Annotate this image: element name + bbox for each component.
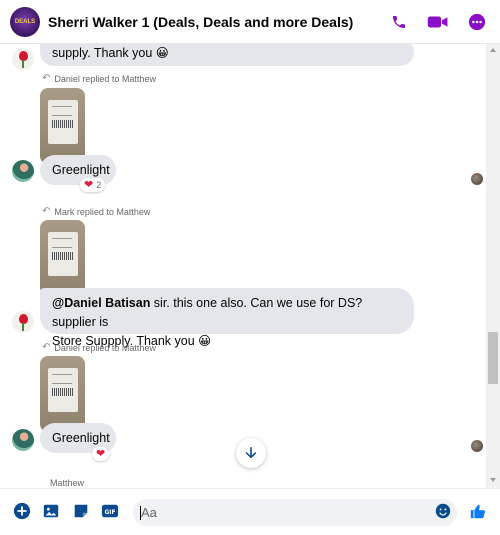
sender-name: Matthew (50, 478, 85, 488)
reply-icon: ↶ (42, 73, 51, 84)
conversation[interactable]: supply. Thank you 😀 ↶ Daniel replied to … (0, 44, 486, 488)
scroll-down-icon[interactable] (490, 478, 496, 482)
video-icon[interactable] (427, 11, 449, 33)
scroll-up-icon[interactable] (490, 48, 496, 52)
message-bubble[interactable]: @Daniel Batisan sir. this one also. Can … (40, 288, 414, 348)
phone-icon[interactable] (388, 11, 410, 33)
sticker-icon[interactable] (72, 502, 90, 520)
message-text: Greenlight (52, 163, 110, 177)
read-receipt-avatar (471, 440, 483, 452)
reaction-badge[interactable]: ❤ 2 (80, 178, 106, 192)
message-bubble[interactable]: Greenlight (40, 155, 116, 185)
sender-avatar[interactable] (12, 429, 34, 451)
plus-icon[interactable] (13, 502, 31, 520)
scroll-to-bottom-button[interactable] (236, 438, 266, 468)
message-bubble[interactable]: supply. Thank you 😀 (40, 44, 414, 66)
reaction-badge[interactable]: ❤ (92, 447, 110, 461)
sender-avatar[interactable] (12, 48, 34, 70)
sender-avatar[interactable] (12, 160, 34, 182)
replied-photo[interactable] (40, 356, 85, 432)
scrollbar[interactable] (486, 44, 500, 488)
reply-indicator: ↶ Daniel replied to Matthew (42, 73, 156, 84)
scrollbar-thumb[interactable] (488, 332, 498, 384)
heart-icon: ❤ (84, 179, 94, 191)
replied-photo[interactable] (40, 88, 85, 164)
reply-note-text: Mark replied to Matthew (54, 206, 151, 217)
svg-text:GIF: GIF (105, 510, 116, 516)
sender-avatar[interactable] (12, 311, 34, 333)
message-text: supply. Thank you 😀 (52, 46, 169, 60)
reply-note-text: Daniel replied to Matthew (54, 342, 156, 353)
thumbs-up-icon[interactable] (468, 501, 488, 521)
replied-photo[interactable] (40, 220, 85, 296)
reply-icon: ↶ (42, 342, 51, 353)
reaction-count: 2 (96, 180, 102, 190)
emoji-icon[interactable] (434, 502, 452, 520)
chat-header: DEALS Sherri Walker 1 (Deals, Deals and … (0, 0, 500, 44)
gif-icon[interactable]: GIF (101, 502, 119, 520)
group-avatar-text: DEALS (14, 18, 36, 25)
chat-title[interactable]: Sherri Walker 1 (Deals, Deals and more D… (48, 14, 353, 30)
header-actions (388, 11, 488, 33)
mention[interactable]: @Daniel Batisan (52, 296, 150, 310)
more-icon[interactable] (466, 11, 488, 33)
message-composer: GIF (0, 488, 500, 535)
image-icon[interactable] (42, 502, 60, 520)
reply-icon: ↶ (42, 206, 51, 217)
read-receipt-avatar (471, 173, 483, 185)
message-input[interactable] (133, 499, 457, 526)
reply-indicator: ↶ Mark replied to Matthew (42, 206, 150, 217)
heart-icon: ❤ (96, 448, 106, 460)
arrow-down-icon (245, 446, 257, 459)
reply-note-text: Daniel replied to Matthew (54, 73, 156, 84)
group-avatar[interactable]: DEALS (10, 6, 40, 37)
text-caret (140, 506, 141, 520)
message-text: Greenlight (52, 431, 110, 445)
reply-indicator: ↶ Daniel replied to Matthew (42, 342, 156, 353)
